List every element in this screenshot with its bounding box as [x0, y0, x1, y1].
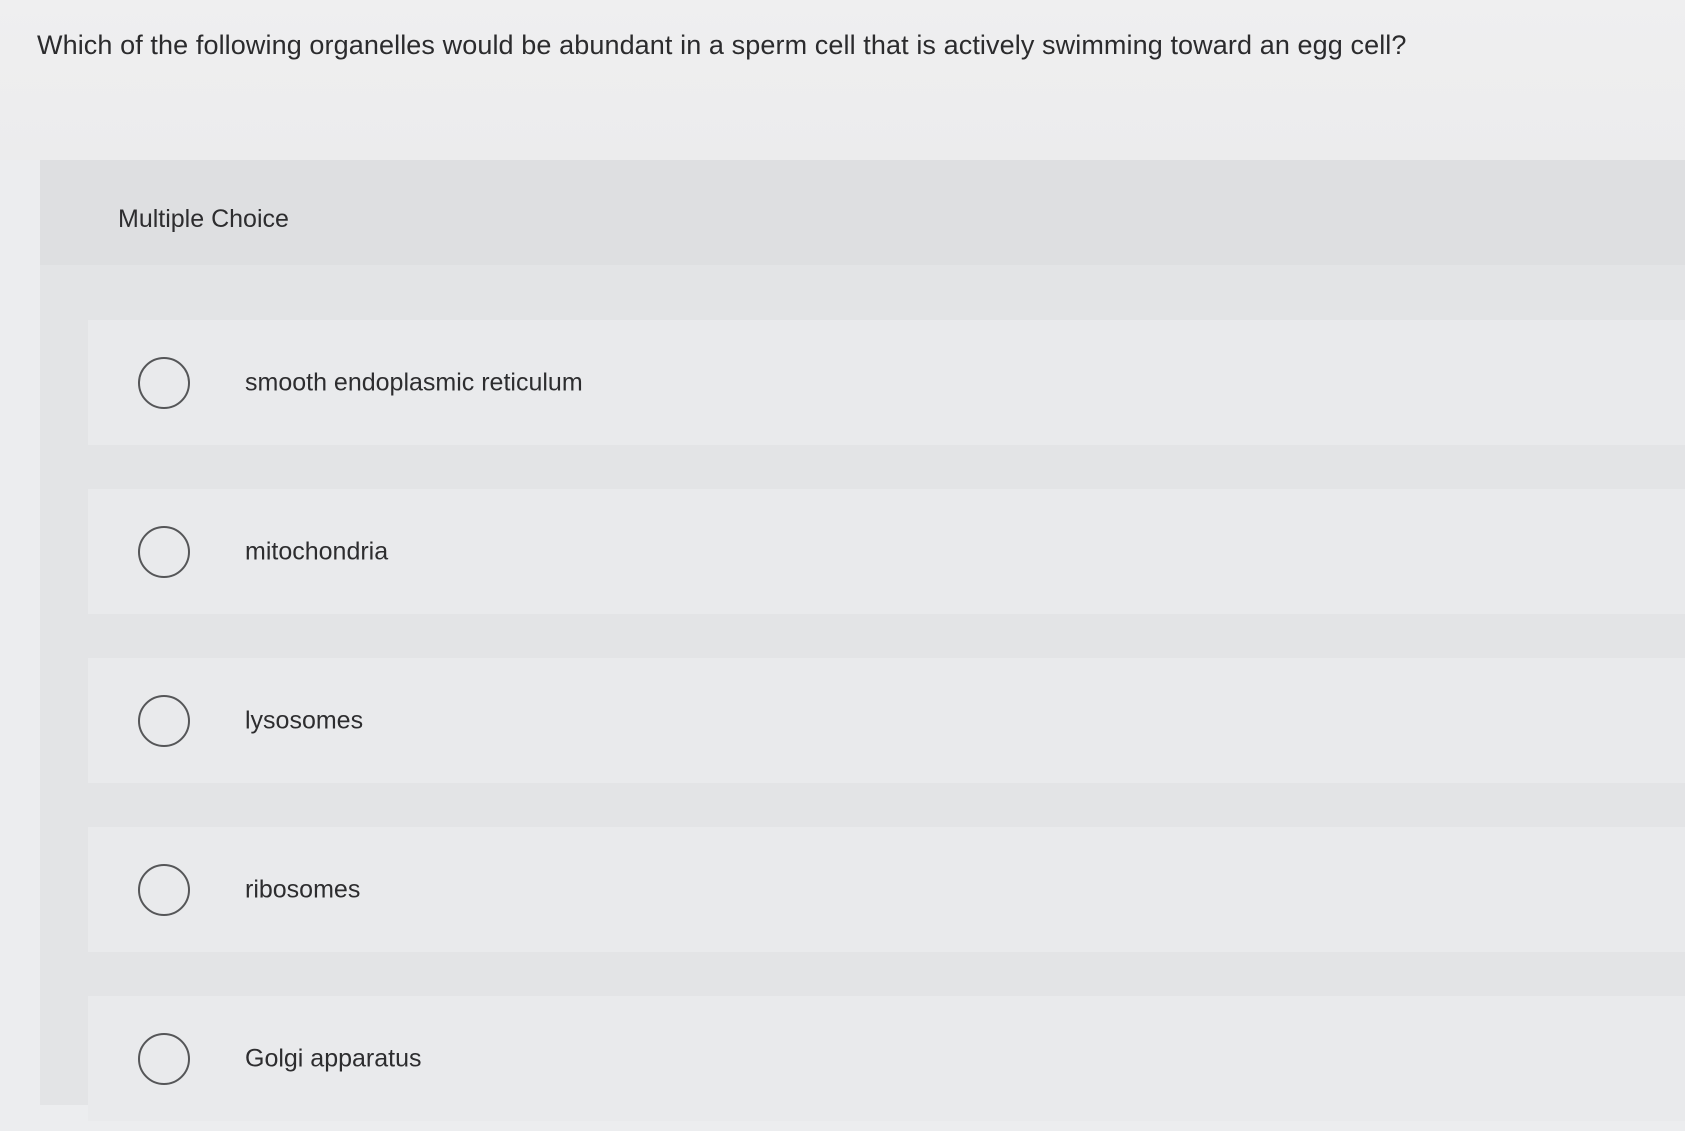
multiple-choice-label: Multiple Choice [118, 205, 289, 233]
answer-option[interactable]: mitochondria [88, 489, 1685, 614]
answer-option-label[interactable]: mitochondria [245, 537, 388, 566]
radio-button-icon[interactable] [138, 356, 190, 409]
question-area: Which of the following organelles would … [0, 0, 1685, 160]
answer-option[interactable]: smooth endoplasmic reticulum [88, 320, 1685, 445]
radio-button-icon[interactable] [138, 1032, 190, 1085]
answer-option[interactable]: Golgi apparatus [88, 996, 1685, 1121]
question-text: Which of the following organelles would … [37, 30, 1407, 60]
radio-button-icon[interactable] [138, 694, 190, 747]
answer-option-label[interactable]: Golgi apparatus [245, 1044, 422, 1073]
radio-button-icon[interactable] [138, 863, 190, 916]
multiple-choice-header: Multiple Choice [40, 160, 1685, 265]
answer-option-label[interactable]: lysosomes [245, 706, 363, 735]
answer-options-list: smooth endoplasmic reticulum mitochondri… [88, 320, 1685, 1121]
answer-option[interactable]: ribosomes [88, 827, 1685, 952]
radio-button-icon[interactable] [138, 525, 190, 578]
answer-option[interactable]: lysosomes [88, 658, 1685, 783]
answer-option-label[interactable]: ribosomes [245, 875, 360, 904]
multiple-choice-panel: Multiple Choice smooth endoplasmic retic… [40, 160, 1685, 1121]
answer-option-label[interactable]: smooth endoplasmic reticulum [245, 368, 583, 397]
